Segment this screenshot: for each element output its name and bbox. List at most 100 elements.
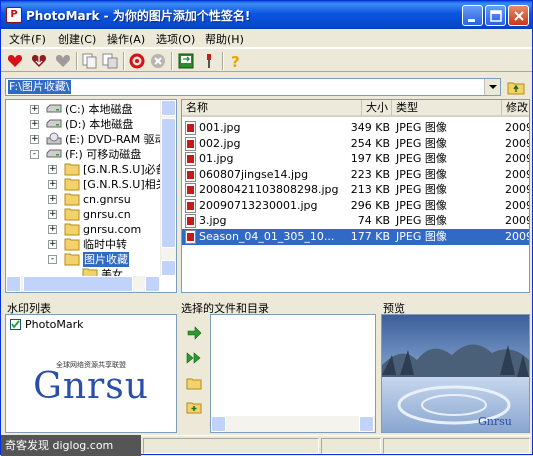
title-bar[interactable]: P PhotoMark - 为你的图片添加个性签名! [1,1,532,29]
file-row[interactable]: Season_04_01_305_10... 177 KB JPEG 图像 2009 [182,228,529,245]
path-input[interactable]: F:\图片收藏\ [8,80,71,94]
scroll-up-button[interactable] [161,100,176,116]
tree-item-label: (F:) 可移动磁盘 [65,148,142,161]
menu-file[interactable]: 文件(F) [9,31,46,47]
expand-icon[interactable]: + [30,135,39,144]
folder-up-icon[interactable] [507,79,525,95]
scroll-thumb[interactable] [23,276,133,292]
file-row[interactable]: 002.jpg 254 KB JPEG 图像 2009 [182,136,529,152]
wrench-icon[interactable] [200,52,218,70]
file-size: 349 KB [350,121,390,134]
scroll-right-button[interactable] [359,416,374,432]
file-row[interactable]: 001.jpg 349 KB JPEG 图像 2009 [182,120,529,136]
folder-add-icon[interactable] [186,399,202,415]
expand-icon[interactable]: + [48,180,57,189]
refresh-icon[interactable] [128,52,146,70]
tree-item[interactable]: - (F:) 可移动磁盘 [6,147,160,162]
file-name: 01.jpg [199,152,234,165]
menu-options[interactable]: 选项(O) [156,31,195,47]
column-header-modified[interactable]: 修改 [502,100,529,117]
jpeg-file-icon [185,198,196,213]
expand-icon[interactable]: + [48,240,57,249]
tree-item[interactable]: + cn.gnrsu [6,192,160,207]
menu-operate[interactable]: 操作(A) [107,31,145,47]
expand-icon[interactable]: + [48,195,57,204]
move-doc-icon[interactable] [101,52,119,70]
heart-gray-icon[interactable] [54,52,72,70]
monitor-icon[interactable] [177,52,195,70]
watermark-list[interactable]: PhotoMark 全球网络资源共享联盟 Gnrsu [5,314,177,433]
expand-icon[interactable]: + [48,165,57,174]
watermark-checkbox[interactable] [10,319,21,330]
tree-item[interactable]: + [G.N.R.S.U]相关资 [6,177,176,192]
file-row[interactable]: 060807jingse14.jpg 223 KB JPEG 图像 2009 [182,167,529,183]
panel-splitter[interactable] [1,295,532,299]
jpeg-file-icon [185,214,196,228]
column-header-size[interactable]: 大小 [362,100,392,117]
scroll-down-button[interactable] [161,260,176,276]
expand-icon[interactable]: + [30,105,39,114]
copy-doc-icon[interactable] [81,52,99,70]
file-size: 254 KB [350,136,390,150]
folder-icon[interactable] [186,375,202,391]
column-header-type[interactable]: 类型 [392,100,502,117]
file-type: JPEG 图像 [396,183,447,196]
heart-icon[interactable] [6,52,24,70]
tree-horizontal-scrollbar[interactable] [6,276,160,292]
selected-files-list[interactable] [210,314,376,433]
dvd-drive-icon [46,132,62,145]
file-type: JPEG 图像 [396,167,447,181]
stop-icon[interactable] [149,52,167,70]
file-size: 296 KB [350,198,390,212]
scroll-right-button[interactable] [145,276,160,292]
scroll-left-button[interactable] [6,276,21,292]
close-button[interactable] [508,5,529,26]
file-list[interactable]: 名称 大小 类型 修改 001.jpg349 KBJPEG 图像2009002.… [181,99,530,293]
tree-item[interactable]: + (C:) 本地磁盘 [6,102,160,117]
tree-item[interactable]: - 图片收藏 [6,252,160,267]
tree-item[interactable]: + (E:) DVD-RAM 驱动器 [6,132,176,147]
help-icon[interactable]: ? [227,52,245,70]
file-size: 197 KB [350,152,390,165]
tree-item[interactable]: + gnrsu.com [6,222,160,237]
jpeg-file-icon [185,167,196,182]
tree-vertical-scrollbar[interactable] [160,100,176,276]
minimize-icon [468,19,475,22]
tree-item-label: 临时中转 [83,238,127,251]
expand-icon[interactable]: + [30,120,39,129]
maximize-button[interactable] [485,5,506,26]
selected-horizontal-scrollbar[interactable] [211,416,375,432]
menu-create[interactable]: 创建(C) [58,31,96,47]
file-modified: 2009 [505,136,529,150]
expand-icon[interactable]: + [48,210,57,219]
drive-icon [46,104,62,113]
file-size: 177 KB [350,229,390,243]
path-dropdown-button[interactable] [484,79,500,95]
file-row[interactable]: 20090713230001.jpg 296 KB JPEG 图像 2009 [182,198,529,214]
collapse-icon[interactable]: - [48,255,57,264]
add-arrow-icon[interactable] [186,325,202,341]
file-size: 74 KB [357,214,390,227]
menu-help[interactable]: 帮助(H) [205,31,244,47]
file-name: 20090713230001.jpg [199,198,318,212]
folder-icon [64,163,80,176]
file-row[interactable]: 01.jpg 197 KB JPEG 图像 2009 [182,151,529,167]
file-row[interactable]: 20080421103808298.jpg 213 KB JPEG 图像 2009 [182,182,529,198]
collapse-icon[interactable]: - [30,150,39,159]
folder-tree[interactable]: + (C:) 本地磁盘 + (D:) 本地磁盘 + (E:) DVD-RAM 驱动器 - (F… [5,99,177,293]
scroll-left-button[interactable] [211,416,226,432]
folder-icon [64,208,80,221]
tree-item[interactable]: + (D:) 本地磁盘 [6,117,160,132]
tree-item[interactable]: + 临时中转 [6,237,160,252]
path-combobox[interactable]: F:\图片收藏\ [5,78,501,96]
tree-item[interactable]: + [G.N.R.S.U]必备工 [6,162,176,177]
tree-item[interactable]: + gnrsu.cn [6,207,160,222]
app-window: P PhotoMark - 为你的图片添加个性签名! 文件(F) 创建(C) 操… [0,0,533,456]
minimize-button[interactable] [462,5,483,26]
file-row[interactable]: 3.jpg 74 KB JPEG 图像 2009 [182,213,529,229]
add-all-arrow-icon[interactable] [186,350,202,366]
scroll-thumb[interactable] [161,118,176,248]
column-header-name[interactable]: 名称 [182,100,362,117]
heart-down-icon[interactable] [30,52,48,70]
expand-icon[interactable]: + [48,225,57,234]
